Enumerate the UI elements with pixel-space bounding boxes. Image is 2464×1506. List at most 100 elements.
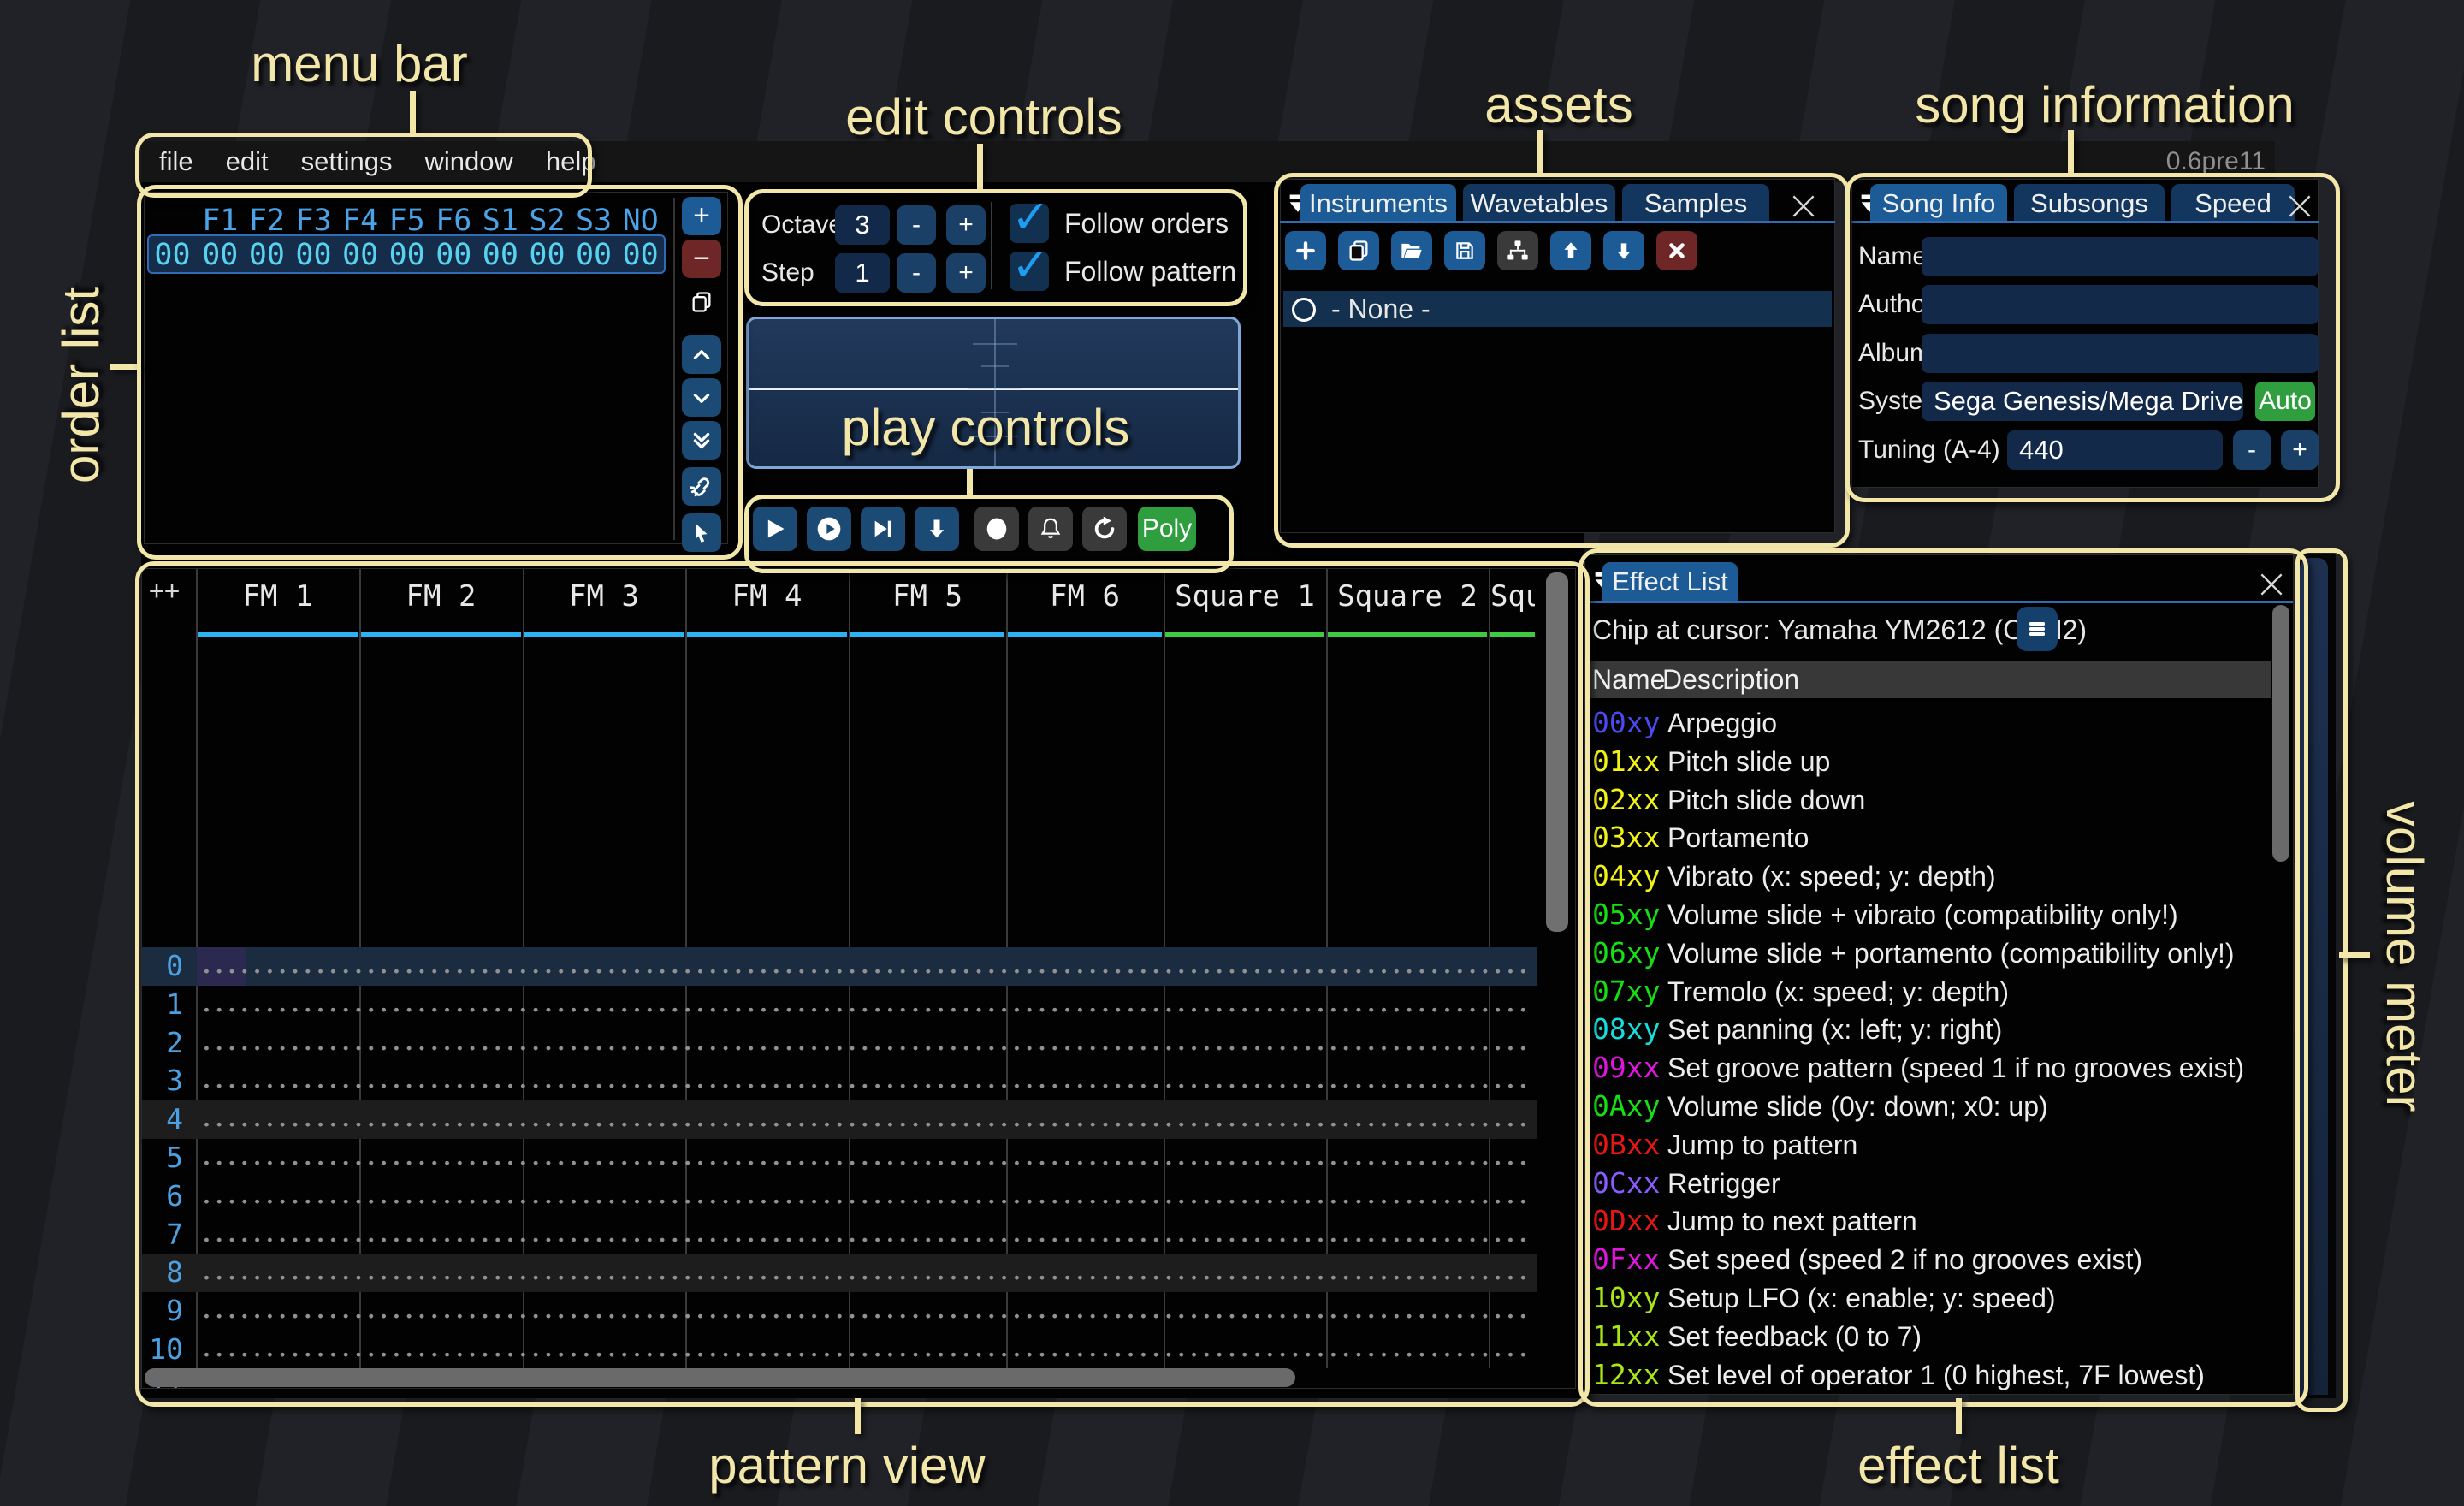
order-move-down-button[interactable] (682, 378, 721, 417)
order-cell[interactable]: 00 (617, 238, 664, 272)
effect-list-close-button[interactable] (2254, 567, 2289, 602)
asset-save-button[interactable] (1444, 231, 1485, 270)
name-field[interactable] (1922, 237, 2319, 276)
song-info-close-button[interactable] (2283, 189, 2317, 223)
order-remove-button[interactable]: − (682, 240, 721, 278)
effect-row[interactable]: 05xyVolume slide + vibrato (compatibilit… (1585, 896, 2272, 934)
pattern-row[interactable]: 0 (142, 947, 1537, 986)
effect-row[interactable]: 0AxyVolume slide (0y: down; x0: up) (1585, 1088, 2272, 1126)
menu-item-window[interactable]: window (424, 146, 512, 177)
order-column-header[interactable]: S1 (477, 204, 524, 238)
effect-row[interactable]: 12xxSet level of operator 1 (0 highest, … (1585, 1356, 2272, 1395)
effect-row[interactable]: 0DxxJump to next pattern (1585, 1202, 2272, 1241)
effect-list-menu-button[interactable] (2017, 607, 2058, 651)
tab-subsongs[interactable]: Subsongs (2014, 184, 2165, 222)
channel-header-fm-4[interactable]: FM 4 (687, 579, 847, 612)
order-column-header[interactable]: F2 (244, 204, 291, 238)
order-cell[interactable]: 00 (477, 238, 524, 272)
pattern-row[interactable]: 8 (142, 1254, 1537, 1292)
order-column-header[interactable]: S3 (571, 204, 618, 238)
order-column-header[interactable]: F5 (383, 204, 430, 238)
channel-header-fm-6[interactable]: FM 6 (1008, 579, 1162, 612)
asset-toggle-folders-button[interactable] (1497, 231, 1538, 270)
pattern-row[interactable]: 5 (142, 1139, 1537, 1177)
channel-header-fm-2[interactable]: FM 2 (361, 579, 521, 612)
effect-row[interactable]: 0CxxRetrigger (1585, 1165, 2272, 1203)
step-minus-button[interactable]: - (897, 253, 936, 293)
tab-samples[interactable]: Samples (1622, 184, 1769, 222)
album-field[interactable] (1922, 334, 2319, 373)
order-cell[interactable]: 00 (383, 238, 430, 272)
channel-header-fm-5[interactable]: FM 5 (850, 579, 1004, 612)
effect-row[interactable]: 11xxSet feedback (0 to 7) (1585, 1318, 2272, 1356)
pattern-row[interactable]: 2 (142, 1024, 1537, 1063)
effect-row[interactable]: 02xxPitch slide down (1585, 781, 2272, 820)
order-cell[interactable]: 00 (290, 238, 337, 272)
asset-add-button[interactable] (1285, 231, 1326, 270)
effect-list-scrollbar[interactable] (2272, 605, 2289, 862)
order-cell[interactable]: 00 (430, 238, 477, 272)
repeat-pattern-button[interactable] (1082, 507, 1127, 551)
tab-instruments[interactable]: Instruments (1300, 184, 1456, 222)
stop-button[interactable] (974, 507, 1019, 551)
order-column-header[interactable]: S2 (524, 204, 571, 238)
pattern-row[interactable]: 7 (142, 1216, 1537, 1254)
effect-row[interactable]: 07xyTremolo (x: speed; y: depth) (1585, 973, 2272, 1011)
tab-wavetables[interactable]: Wavetables (1463, 184, 1615, 222)
menu-item-settings[interactable]: settings (301, 146, 393, 177)
channel-header-square-2[interactable]: Square 2 (1328, 579, 1487, 612)
tab-effect-list[interactable]: Effect List (1602, 562, 1738, 601)
effect-row[interactable]: 04xyVibrato (x: speed; y: depth) (1585, 857, 2272, 896)
order-column-header[interactable]: F3 (290, 204, 337, 238)
asset-delete-button[interactable] (1656, 231, 1697, 270)
octave-value[interactable]: 3 (835, 205, 890, 245)
pattern-hscrollbar[interactable] (145, 1368, 1295, 1387)
order-row[interactable]: 0000000000000000000000 (148, 238, 664, 272)
pattern-row[interactable]: 4 (142, 1100, 1537, 1139)
order-cell[interactable]: 00 (524, 238, 571, 272)
order-column-header[interactable]: NO (617, 204, 664, 238)
order-add-button[interactable]: + (682, 197, 721, 235)
order-column-header[interactable]: F1 (197, 204, 244, 238)
tuning-minus-button[interactable]: - (2233, 430, 2271, 470)
poly-button[interactable]: Poly (1138, 507, 1196, 551)
order-cell[interactable]: 00 (244, 238, 291, 272)
assets-close-button[interactable] (1786, 189, 1821, 223)
step-row-button[interactable] (915, 507, 959, 551)
menu-item-edit[interactable]: edit (226, 146, 269, 177)
pattern-row[interactable]: 6 (142, 1177, 1537, 1216)
tuning-field[interactable]: 440 (2007, 430, 2223, 470)
asset-duplicate-button[interactable] (1338, 231, 1379, 270)
menu-item-help[interactable]: help (546, 146, 596, 177)
channel-header-square-3[interactable]: Square 3 (1490, 579, 1535, 612)
effect-row[interactable]: 10xySetup LFO (x: enable; y: speed) (1585, 1279, 2272, 1318)
pattern-row[interactable]: 1 (142, 986, 1537, 1024)
pattern-vscrollbar[interactable] (1546, 572, 1568, 932)
octave-minus-button[interactable]: - (897, 205, 936, 245)
play-button[interactable] (753, 507, 797, 551)
octave-plus-button[interactable]: + (946, 205, 986, 245)
asset-move-down-button[interactable] (1603, 231, 1644, 270)
step-plus-button[interactable]: + (946, 253, 986, 293)
tab-song-info[interactable]: Song Info (1870, 184, 2007, 222)
effect-row[interactable]: 0FxxSet speed (speed 2 if no grooves exi… (1585, 1241, 2272, 1279)
asset-open-button[interactable] (1391, 231, 1432, 270)
effect-row[interactable]: 0BxxJump to pattern (1585, 1126, 2272, 1165)
order-cell[interactable]: 00 (571, 238, 618, 272)
order-move-bottom-button[interactable] (682, 421, 721, 460)
order-column-header[interactable]: F6 (430, 204, 477, 238)
effect-row[interactable]: 08xySet panning (x: left; y: right) (1585, 1011, 2272, 1049)
step-value[interactable]: 1 (835, 253, 890, 293)
pattern-row[interactable]: 9 (142, 1292, 1537, 1331)
pattern-view[interactable]: ++ FM 1FM 2FM 3FM 4FM 5FM 6Square 1Squar… (141, 568, 1576, 1389)
play-from-start-button[interactable] (807, 507, 851, 551)
asset-selected-row[interactable]: - None - (1283, 291, 1832, 327)
tuning-plus-button[interactable]: + (2281, 430, 2319, 470)
order-move-up-button[interactable] (682, 335, 721, 374)
effect-row[interactable]: 03xxPortamento (1585, 819, 2272, 857)
system-field[interactable]: Sega Genesis/Mega Drive (1922, 382, 2243, 421)
order-column-header[interactable]: F4 (337, 204, 384, 238)
order-cell[interactable]: 00 (197, 238, 244, 272)
menu-item-file[interactable]: file (159, 146, 193, 177)
order-deep-clone-button[interactable] (682, 467, 721, 506)
